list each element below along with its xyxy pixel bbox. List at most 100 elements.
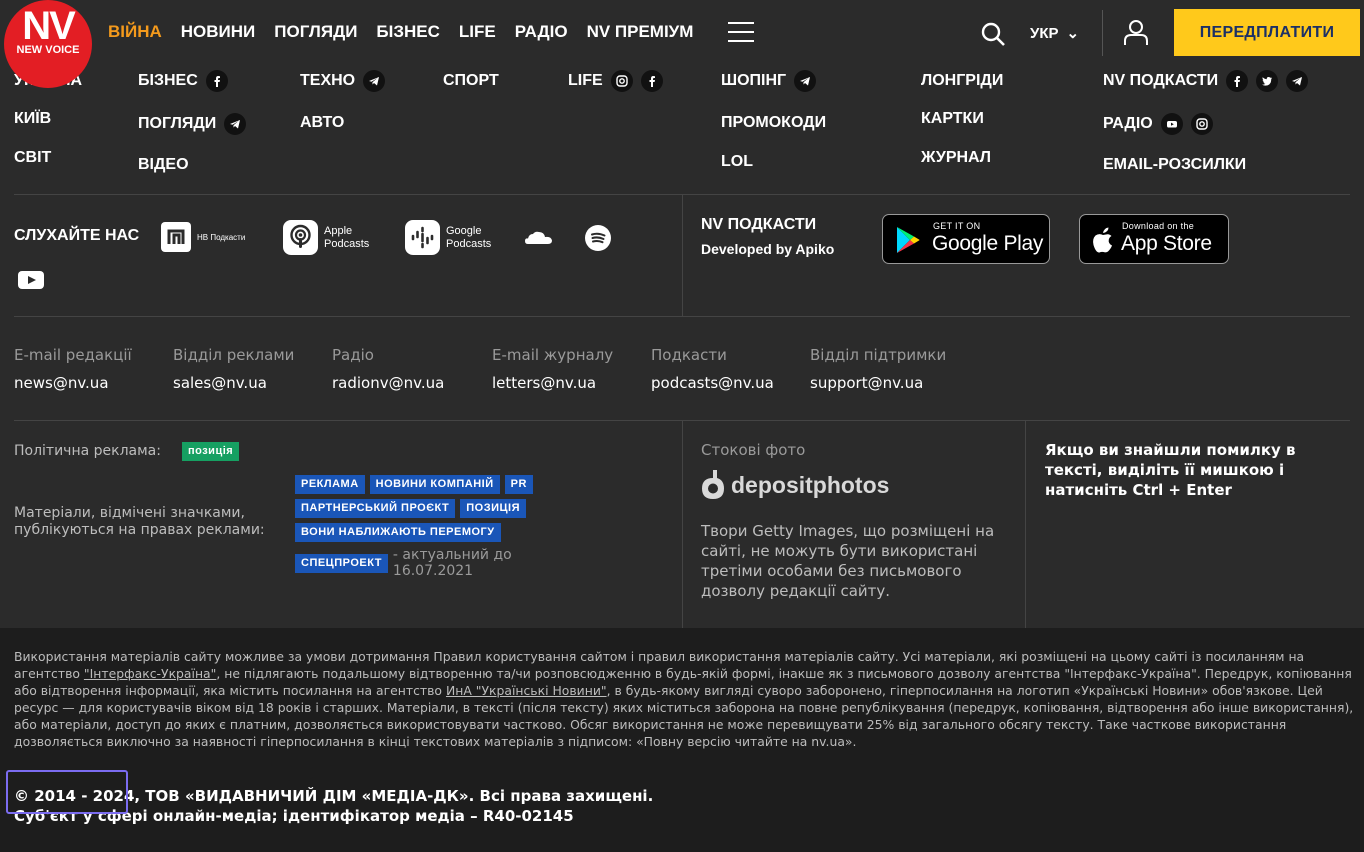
contact-email-link[interactable]: podcasts@nv.ua bbox=[651, 374, 774, 392]
nav-war[interactable]: ВІЙНА bbox=[108, 22, 162, 42]
header-divider bbox=[1102, 10, 1103, 56]
google-podcasts-badge[interactable]: Google Podcasts bbox=[405, 220, 491, 255]
nv-podcasts-label: НВ Подкасти bbox=[197, 232, 246, 242]
menu-business[interactable]: БІЗНЕС bbox=[138, 72, 198, 90]
facebook-icon[interactable] bbox=[205, 70, 228, 92]
menu-business-row: БІЗНЕС bbox=[138, 70, 228, 92]
google-play-icon bbox=[897, 227, 920, 253]
contact-label: Відділ реклами bbox=[173, 346, 295, 364]
political-ads-tag: позиція bbox=[182, 442, 240, 461]
apple-podcasts-badge[interactable]: Apple Podcasts bbox=[283, 220, 369, 255]
menu-opinions[interactable]: ПОГЛЯДИ bbox=[138, 115, 216, 133]
app-title: NV ПОДКАСТИ bbox=[701, 216, 817, 233]
contact-email-link[interactable]: support@nv.ua bbox=[810, 374, 946, 392]
political-ads-label: Політична реклама: bbox=[14, 443, 161, 459]
chevron-down-icon: ⌄ bbox=[1066, 25, 1080, 42]
ukrnews-link[interactable]: ИнА "Українські Новини" bbox=[446, 683, 607, 698]
language-select[interactable]: УКР ⌄ bbox=[1030, 24, 1079, 42]
contact-email-link[interactable]: news@nv.ua bbox=[14, 374, 132, 392]
menu-longreads[interactable]: ЛОНГРІДИ bbox=[921, 72, 1003, 90]
contact-radio: Радіо radionv@nv.ua bbox=[332, 346, 444, 392]
nav-premium[interactable]: NV ПРЕМІУМ bbox=[587, 22, 694, 42]
instagram-icon[interactable] bbox=[610, 70, 633, 92]
legal-footer: Використання матеріалів сайту можливе за… bbox=[0, 628, 1364, 852]
menu-opinions-row: ПОГЛЯДИ bbox=[138, 113, 247, 135]
listen-title: СЛУХАЙТЕ НАС bbox=[14, 227, 140, 244]
facebook-icon[interactable] bbox=[1226, 70, 1249, 92]
menu-radio-row: РАДІО bbox=[1103, 113, 1213, 135]
tag-pr: PR bbox=[504, 475, 533, 494]
contact-editorial: E-mail редакції news@nv.ua bbox=[14, 346, 132, 392]
depositphotos-icon bbox=[702, 470, 724, 499]
telegram-icon[interactable] bbox=[1286, 70, 1309, 92]
nav-opinions[interactable]: ПОГЛЯДИ bbox=[274, 22, 357, 42]
soundcloud-icon[interactable] bbox=[524, 229, 554, 247]
tag-partner-project: ПАРТНЕРСЬКИЙ ПРОЄКТ bbox=[295, 499, 456, 518]
app-store-small: Download on the bbox=[1122, 221, 1195, 231]
divider bbox=[14, 316, 1350, 317]
depositphotos-text: depositphotos bbox=[731, 471, 890, 498]
contact-support: Відділ підтримки support@nv.ua bbox=[810, 346, 946, 392]
menu-auto[interactable]: АВТО bbox=[300, 114, 344, 132]
nav-radio[interactable]: РАДІО bbox=[515, 22, 568, 42]
nav-life[interactable]: LIFE bbox=[459, 22, 496, 42]
menu-lol[interactable]: LOL bbox=[721, 153, 753, 171]
tag-ads: РЕКЛАМА bbox=[295, 475, 365, 494]
menu-podcasts[interactable]: NV ПОДКАСТИ bbox=[1103, 72, 1218, 90]
main-nav: ВІЙНА НОВИНИ ПОГЛЯДИ БІЗНЕС LIFE РАДІО N… bbox=[108, 22, 712, 42]
menu-radio[interactable]: РАДІО bbox=[1103, 115, 1153, 133]
contact-email-link[interactable]: radionv@nv.ua bbox=[332, 374, 444, 392]
app-developer: Developed by Apiko bbox=[701, 241, 835, 257]
contact-email-link[interactable]: letters@nv.ua bbox=[492, 374, 613, 392]
app-store-button[interactable]: Download on the App Store bbox=[1079, 214, 1229, 264]
apple-icon bbox=[1093, 227, 1112, 253]
stock-photos-title: Стокові фото bbox=[701, 441, 806, 459]
stock-photos-note: Твори Getty Images, що розміщені на сайт… bbox=[701, 522, 995, 600]
logo-text: NV bbox=[22, 4, 76, 48]
telegram-icon[interactable] bbox=[794, 70, 817, 92]
apple-podcasts-line1: Apple bbox=[324, 224, 353, 237]
menu-video[interactable]: ВІДЕО bbox=[138, 156, 189, 174]
instagram-icon[interactable] bbox=[1190, 113, 1213, 135]
menu-kyiv[interactable]: КИЇВ bbox=[14, 110, 51, 128]
spotify-icon[interactable] bbox=[585, 225, 611, 251]
depositphotos-logo[interactable]: depositphotos bbox=[701, 470, 889, 500]
menu-podcasts-row: NV ПОДКАСТИ bbox=[1103, 70, 1309, 92]
menu-techno[interactable]: ТЕХНО bbox=[300, 72, 355, 90]
menu-shopping[interactable]: ШОПІНГ bbox=[721, 72, 786, 90]
menu-world[interactable]: СВІТ bbox=[14, 149, 51, 167]
menu-promocodes[interactable]: ПРОМОКОДИ bbox=[721, 114, 826, 132]
nav-news[interactable]: НОВИНИ bbox=[181, 22, 256, 42]
google-podcasts-line1: Google bbox=[446, 224, 482, 237]
nv-podcasts-badge[interactable]: НВ Подкасти bbox=[161, 222, 245, 252]
contact-label: E-mail редакції bbox=[14, 346, 132, 364]
user-icon[interactable] bbox=[1122, 18, 1150, 46]
facebook-icon[interactable] bbox=[640, 70, 663, 92]
divider bbox=[682, 421, 683, 628]
subscribe-button[interactable]: ПЕРЕДПЛАТИТИ bbox=[1174, 9, 1360, 56]
menu-cards[interactable]: КАРТКИ bbox=[921, 110, 984, 128]
contact-ads: Відділ реклами sales@nv.ua bbox=[173, 346, 294, 392]
google-play-button[interactable]: GET IT ON Google Play bbox=[882, 214, 1050, 264]
menu-life-row: LIFE bbox=[568, 70, 663, 92]
twitter-icon[interactable] bbox=[1256, 70, 1279, 92]
telegram-icon[interactable] bbox=[363, 70, 386, 92]
menu-newsletters[interactable]: EMAIL-РОЗСИЛКИ bbox=[1103, 156, 1246, 174]
contact-email-link[interactable]: sales@nv.ua bbox=[173, 374, 294, 392]
menu-sport[interactable]: СПОРТ bbox=[443, 72, 499, 90]
telegram-icon[interactable] bbox=[224, 113, 247, 135]
interfax-link[interactable]: "Інтерфакс-Україна" bbox=[84, 666, 216, 681]
nav-business[interactable]: БІЗНЕС bbox=[376, 22, 439, 42]
menu-life[interactable]: LIFE bbox=[568, 72, 603, 90]
nv-logo[interactable]: NV NEW VOICE bbox=[4, 0, 92, 88]
divider bbox=[1025, 421, 1026, 628]
contact-label: Радіо bbox=[332, 346, 374, 364]
youtube-icon[interactable] bbox=[18, 271, 44, 289]
search-icon[interactable] bbox=[980, 21, 1006, 47]
menu-magazine[interactable]: ЖУРНАЛ bbox=[921, 149, 991, 167]
legal-text: Використання матеріалів сайту можливе за… bbox=[14, 648, 1354, 750]
contact-label: Подкасти bbox=[651, 346, 727, 364]
tag-position: ПОЗИЦІЯ bbox=[460, 499, 526, 518]
youtube-icon[interactable] bbox=[1160, 113, 1183, 135]
hamburger-menu-icon[interactable] bbox=[728, 22, 754, 44]
